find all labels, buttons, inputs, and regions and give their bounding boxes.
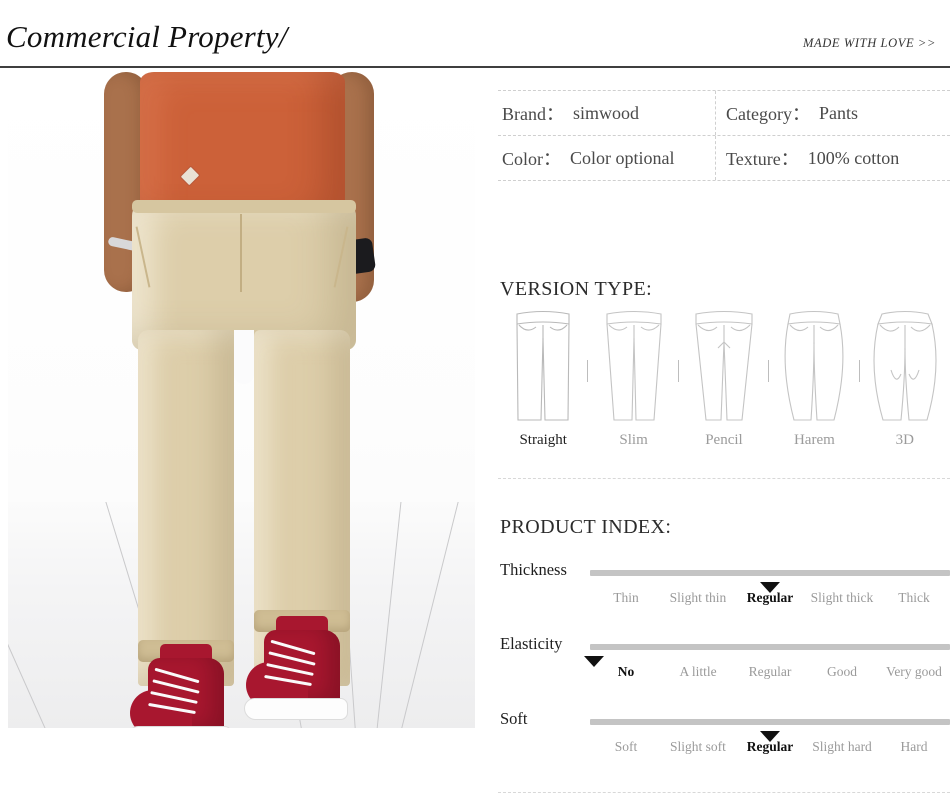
index-row-label: Soft xyxy=(500,709,528,728)
pants-3d-icon xyxy=(860,308,950,426)
spec-cell-color: Color： Color optional xyxy=(498,136,716,180)
index-row-elasticity: Elasticity No A little Regular Good Very… xyxy=(498,634,950,700)
index-row-label: Elasticity xyxy=(500,634,563,653)
version-type-heading: VERSION TYPE: xyxy=(500,278,653,300)
spec-table: Brand： simwood Category： Pants Color： Co… xyxy=(498,90,950,181)
scale-label[interactable]: Slight hard xyxy=(806,739,878,755)
version-option-straight[interactable]: Straight xyxy=(498,308,588,449)
model-chino-pants xyxy=(128,200,360,728)
version-option-slim[interactable]: Slim xyxy=(587,308,678,449)
pants-straight-icon xyxy=(498,308,588,426)
scale-label[interactable]: No xyxy=(590,664,662,680)
page-header: Commercial Property/ MADE WITH LOVE >> xyxy=(0,0,950,68)
version-type-options: Straight Slim Pencil Harem 3D xyxy=(498,308,950,449)
scale-label[interactable]: Thick xyxy=(878,590,950,606)
scale-label[interactable]: Hard xyxy=(878,739,950,755)
version-label: Harem xyxy=(793,432,835,448)
version-option-harem[interactable]: Harem xyxy=(768,308,859,449)
scale-label[interactable]: Soft xyxy=(590,739,662,755)
table-row: Brand： simwood Category： Pants xyxy=(498,91,950,135)
sneaker-sole-left xyxy=(128,726,232,728)
spec-value: Pants xyxy=(818,102,858,123)
content-area: Brand： simwood Category： Pants Color： Co… xyxy=(0,68,950,793)
product-index-heading: PRODUCT INDEX: xyxy=(500,516,672,538)
pants-fly-seam xyxy=(240,214,242,292)
spec-value: Color optional xyxy=(570,147,675,168)
pants-waistband xyxy=(132,200,356,213)
version-label: Straight xyxy=(519,432,567,448)
spec-label: Brand： xyxy=(502,104,564,124)
pants-harem-icon xyxy=(769,308,859,426)
scale-label[interactable]: Regular xyxy=(734,739,806,755)
scale-label[interactable]: Very good xyxy=(878,664,950,680)
pants-left-leg xyxy=(138,330,234,686)
scale-label[interactable]: Thin xyxy=(590,590,662,606)
index-row-soft: Soft Soft Slight soft Regular Slight har… xyxy=(498,709,950,775)
spec-label: Texture： xyxy=(726,149,799,169)
thickness-scale-labels: Thin Slight thin Regular Slight thick Th… xyxy=(590,590,950,606)
spec-cell-category: Category： Pants xyxy=(716,91,950,135)
photo-backdrop xyxy=(8,72,475,728)
sneaker-sole-right xyxy=(244,698,348,720)
scale-label[interactable]: Good xyxy=(806,664,878,680)
scale-label[interactable]: Regular xyxy=(734,590,806,606)
soft-scale-labels: Soft Slight soft Regular Slight hard Har… xyxy=(590,739,950,755)
sneaker-left xyxy=(128,644,238,728)
version-label: Slim xyxy=(619,432,648,448)
product-photo[interactable] xyxy=(8,72,475,728)
spec-value: simwood xyxy=(573,102,640,123)
page-title: Commercial Property/ xyxy=(6,19,288,54)
scale-label[interactable]: Slight soft xyxy=(662,739,734,755)
floor-plank-line xyxy=(368,502,404,728)
product-info-pane: Brand： simwood Category： Pants Color： Co… xyxy=(498,68,950,793)
section-divider xyxy=(498,478,950,479)
pants-inseam-gap xyxy=(234,330,254,384)
pants-slim-icon xyxy=(588,308,678,426)
sneaker-right xyxy=(244,616,354,728)
version-option-pencil[interactable]: Pencil xyxy=(677,308,769,449)
elasticity-scale-labels: No A little Regular Good Very good xyxy=(590,664,950,680)
version-label: Pencil xyxy=(705,432,743,448)
soft-slider-track[interactable] xyxy=(590,719,950,742)
spec-value: 100% cotton xyxy=(807,147,900,168)
thickness-slider-track[interactable] xyxy=(590,570,950,593)
table-row: Color： Color optional Texture： 100% cott… xyxy=(498,135,950,180)
pants-pencil-icon xyxy=(679,308,769,426)
elasticity-slider-track[interactable] xyxy=(583,644,950,667)
scale-label[interactable]: Slight thick xyxy=(806,590,878,606)
pants-hip-section xyxy=(132,200,356,350)
version-label: 3D xyxy=(895,432,914,448)
spec-cell-texture: Texture： 100% cotton xyxy=(716,136,950,180)
index-row-label: Thickness xyxy=(500,560,567,579)
spec-cell-brand: Brand： simwood xyxy=(498,91,716,135)
header-tagline[interactable]: MADE WITH LOVE >> xyxy=(803,36,936,51)
scale-label[interactable]: Slight thin xyxy=(662,590,734,606)
index-row-thickness: Thickness Thin Slight thin Regular Sligh… xyxy=(498,560,950,626)
spec-label: Category： xyxy=(726,104,810,124)
spec-label: Color： xyxy=(502,149,562,169)
scale-label[interactable]: A little xyxy=(662,664,734,680)
version-option-3d[interactable]: 3D xyxy=(858,308,950,449)
floor-plank-line xyxy=(8,622,72,728)
scale-label[interactable]: Regular xyxy=(734,664,806,680)
